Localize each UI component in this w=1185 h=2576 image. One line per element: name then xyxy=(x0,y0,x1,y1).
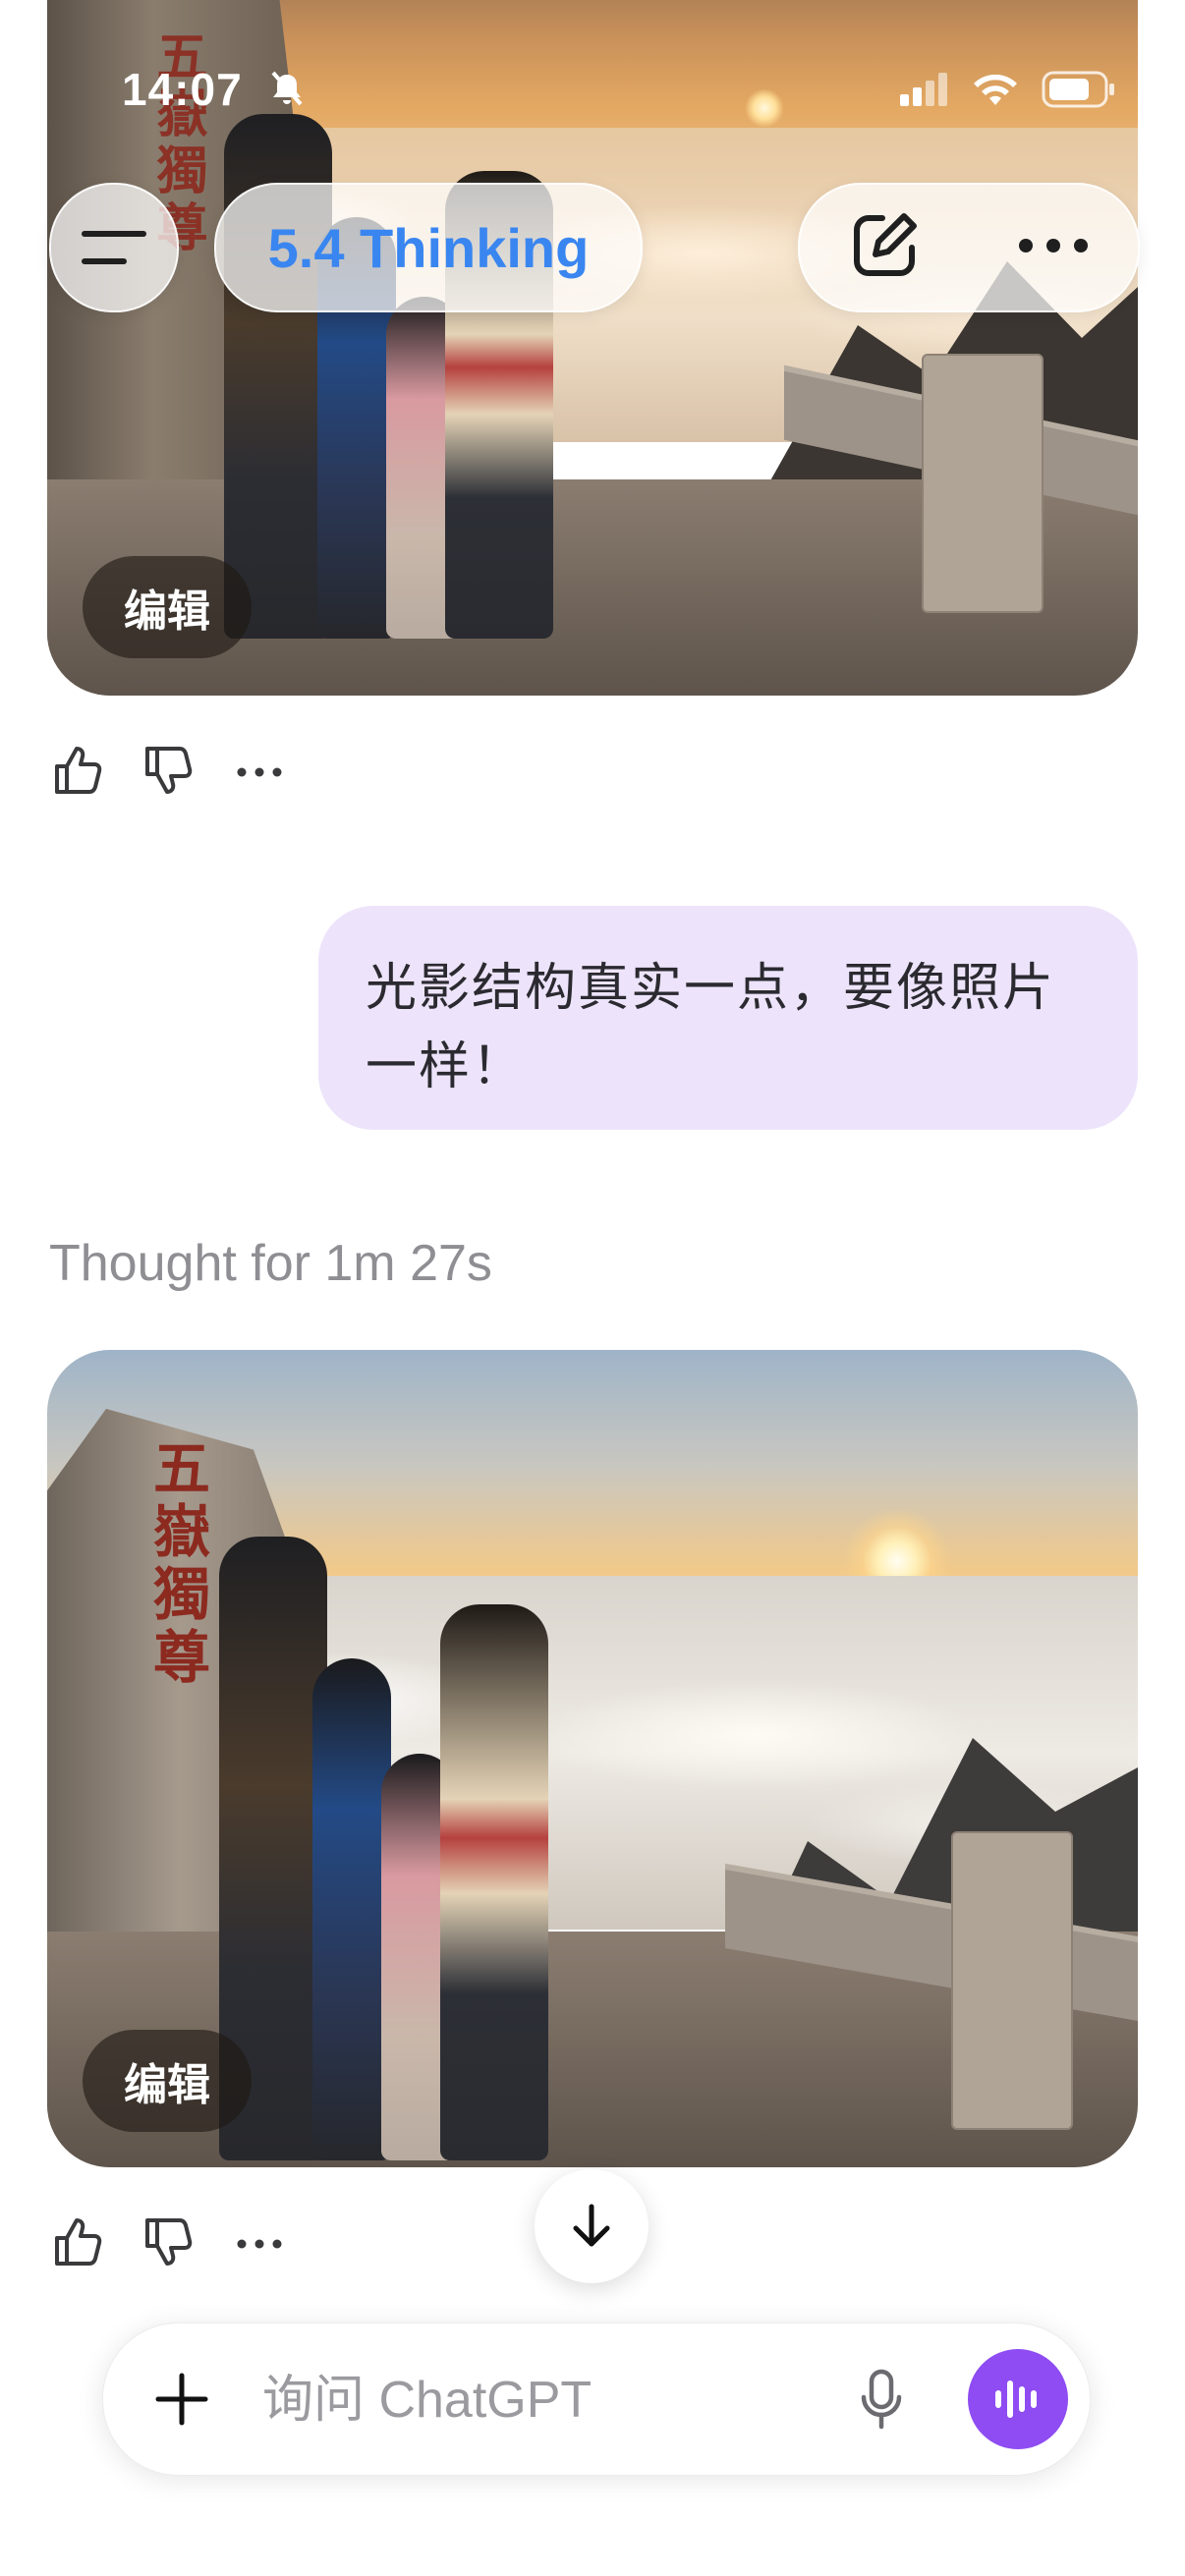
arrow-down-icon xyxy=(573,2204,610,2247)
menu-button[interactable] xyxy=(49,183,179,312)
thumbs-up-icon xyxy=(55,2218,102,2266)
menu-icon xyxy=(82,231,146,264)
scroll-to-bottom-button[interactable] xyxy=(535,2169,649,2283)
status-indicators xyxy=(900,71,1116,113)
new-chat-button[interactable] xyxy=(847,208,922,288)
battery-icon xyxy=(1042,71,1116,113)
thumbs-up-button[interactable] xyxy=(51,743,106,798)
status-time: 14:07 xyxy=(122,64,243,115)
rock-carving: 五嶽獨尊 xyxy=(143,1438,210,1690)
mic-icon xyxy=(861,2369,902,2430)
person-son xyxy=(312,1658,391,2160)
more-button[interactable] xyxy=(232,2214,287,2269)
more-icon xyxy=(1019,238,1088,252)
edit-image-button[interactable]: 编辑 xyxy=(83,2030,252,2132)
message-actions xyxy=(51,743,287,798)
more-options-button[interactable] xyxy=(1016,236,1091,260)
message-input[interactable] xyxy=(260,2353,893,2447)
new-chat-icon xyxy=(854,212,917,276)
more-icon xyxy=(237,2239,282,2249)
more-icon xyxy=(237,767,282,777)
thumbs-up-button[interactable] xyxy=(51,2214,106,2269)
thought-duration-label[interactable]: Thought for 1m 27s xyxy=(49,1234,492,1293)
thumbs-up-icon xyxy=(55,747,102,794)
voice-wave-icon xyxy=(995,2380,1037,2418)
user-message-bubble: 光影结构真实一点，要像照片一样！ xyxy=(318,906,1138,1130)
thumbs-down-icon xyxy=(145,747,193,794)
image-stele xyxy=(951,1831,1073,2130)
image-stele xyxy=(922,354,1044,613)
voice-mode-button[interactable] xyxy=(968,2349,1068,2449)
composer xyxy=(102,2323,1091,2476)
header-actions xyxy=(798,183,1140,312)
person-mother xyxy=(440,1604,548,2160)
attach-button[interactable] xyxy=(142,2360,221,2438)
edit-image-button[interactable]: 编辑 xyxy=(83,556,252,658)
image-sun xyxy=(745,88,784,128)
image-family xyxy=(219,1483,548,2160)
model-selector-button[interactable]: 5.4 Thinking xyxy=(214,183,643,312)
thumbs-down-button[interactable] xyxy=(141,2214,197,2269)
more-button[interactable] xyxy=(232,743,287,798)
signal-icon xyxy=(900,73,949,111)
bell-slash-icon xyxy=(267,69,307,108)
thumbs-down-button[interactable] xyxy=(141,743,197,798)
message-actions xyxy=(51,2214,287,2269)
model-label: 5.4 Thinking xyxy=(267,216,590,279)
thumbs-down-icon xyxy=(145,2218,193,2266)
image-family xyxy=(224,69,553,639)
wifi-icon xyxy=(971,72,1020,112)
dictation-button[interactable] xyxy=(842,2360,921,2438)
plus-icon xyxy=(155,2373,208,2426)
